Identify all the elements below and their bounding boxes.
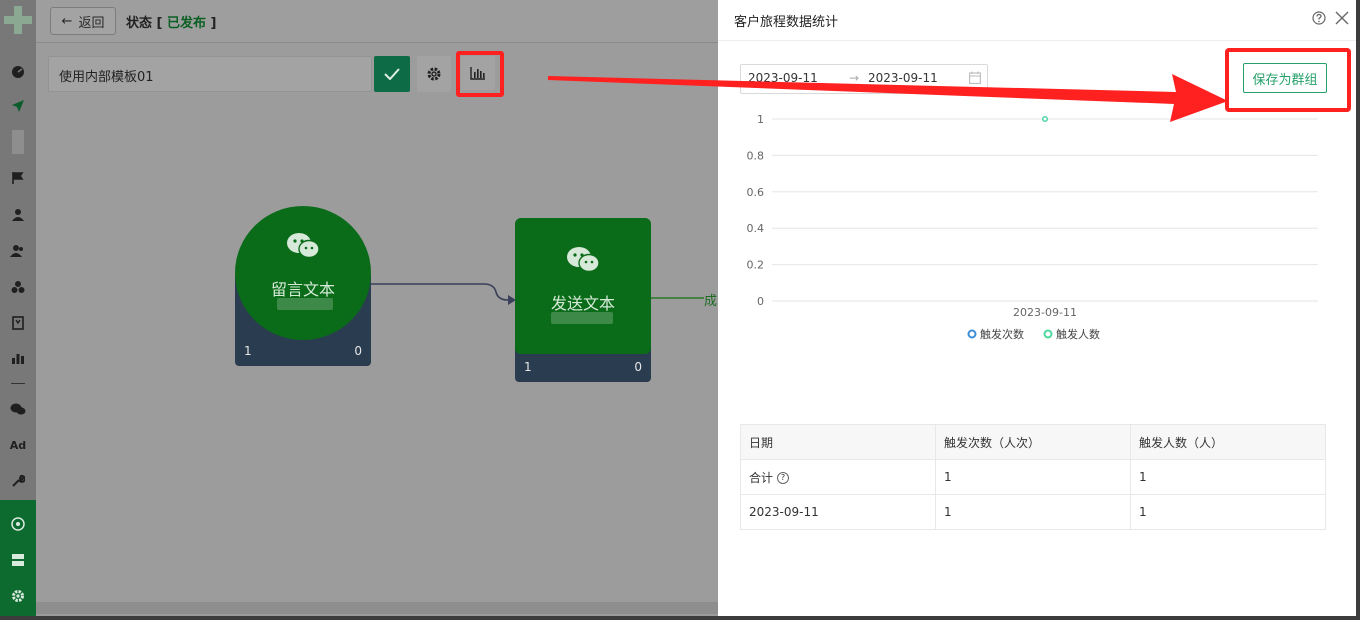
user-icon[interactable]: [8, 205, 28, 225]
ad-icon[interactable]: Ad: [8, 435, 28, 455]
wechat-icon: [287, 233, 320, 259]
node-title: 发送文本: [550, 294, 615, 313]
node-subtitle-redacted: [277, 298, 333, 310]
legend-label: 触发人数: [1056, 327, 1100, 341]
series-point: [1042, 116, 1048, 122]
journey-node-send-text[interactable]: 发送文本 1 0: [515, 218, 651, 382]
table-cell: 1: [1130, 459, 1326, 495]
help-icon[interactable]: [1312, 11, 1326, 25]
table-cell: 2023-09-11: [740, 494, 936, 530]
stats-table: 日期 触发次数（人次） 触发人数（人） 合计? 1 1 2023-09-11 1…: [740, 424, 1326, 530]
legend-marker: [967, 329, 977, 339]
calendar-icon: [969, 71, 981, 84]
sidebar-bottom-group: [0, 500, 36, 616]
node-exit-count: 0: [354, 344, 362, 358]
table-row: 2023-09-11 1 1: [740, 494, 1326, 530]
y-tick-label: 0.2: [747, 259, 765, 272]
segments-icon[interactable]: [8, 277, 28, 297]
wrench-icon[interactable]: [8, 471, 28, 491]
node-title: 留言文本: [270, 280, 335, 299]
bar-chart-icon[interactable]: [8, 348, 28, 368]
table-header-row: 日期 触发次数（人次） 触发人数（人）: [740, 424, 1326, 460]
legend-marker: [1043, 329, 1053, 339]
stats-line-chart: 0 0.2 0.4 0.6 0.8 1 2023-09-11 触发次数 触发人数: [747, 113, 1318, 341]
arrow-right-icon: →: [849, 71, 860, 85]
drawer-header-divider: [718, 40, 1356, 41]
node-exit-count: 0: [634, 360, 642, 374]
sidebar-divider: [11, 383, 25, 384]
app-logo-icon: [4, 6, 32, 34]
table-row: 合计? 1 1: [740, 459, 1326, 495]
left-sidebar: Ad: [0, 0, 36, 616]
table-cell: 1: [935, 459, 1131, 495]
edge-label: 成: [704, 294, 718, 309]
network-icon[interactable]: [8, 514, 28, 534]
journey-node-message[interactable]: 留言文本 1 0: [235, 206, 371, 366]
y-tick-label: 0.4: [747, 222, 765, 235]
node-body: [235, 206, 371, 340]
journey-stats-drawer: 客户旅程数据统计 2023-09-11 → 2023-09-11 保存为群组 0…: [718, 0, 1356, 616]
dashboard-icon[interactable]: [8, 62, 28, 82]
flag-icon[interactable]: [8, 168, 28, 188]
total-label: 合计: [749, 470, 774, 485]
bookmark-icon[interactable]: [8, 313, 28, 333]
settings-icon[interactable]: [8, 586, 28, 606]
server-icon[interactable]: [8, 550, 28, 570]
date-start[interactable]: 2023-09-11: [748, 71, 818, 85]
app-window: Ad ← 返回 状态 [ 已发布 ] 使用内部模板01 留言文本 1 0 发送文…: [0, 0, 1356, 616]
date-range-picker[interactable]: 2023-09-11 → 2023-09-11: [740, 64, 988, 94]
wechat-icon[interactable]: [8, 399, 28, 419]
send-icon[interactable]: [8, 96, 28, 116]
table-cell: 1: [1130, 494, 1326, 530]
table-cell: 1: [935, 494, 1131, 530]
table-cell: 合计?: [740, 459, 936, 495]
y-tick-label: 0.8: [747, 149, 765, 162]
drawer-title: 客户旅程数据统计: [734, 15, 839, 30]
users-icon[interactable]: [8, 241, 28, 261]
column-header-trigger-users: 触发人数（人）: [1130, 424, 1326, 460]
sidebar-active-marker: [12, 130, 24, 154]
column-header-trigger-count: 触发次数（人次）: [935, 424, 1131, 460]
close-icon[interactable]: [1334, 10, 1350, 26]
help-icon[interactable]: ?: [777, 472, 790, 484]
x-tick-label: 2023-09-11: [1013, 306, 1077, 319]
wechat-icon: [567, 247, 600, 273]
y-tick-label: 1: [757, 113, 764, 126]
node-entry-count: 1: [524, 360, 532, 374]
node-body: [515, 218, 651, 354]
column-header-date: 日期: [740, 424, 936, 460]
node-entry-count: 1: [244, 344, 252, 358]
date-end[interactable]: 2023-09-11: [868, 71, 938, 85]
y-tick-label: 0.6: [747, 186, 765, 199]
node-subtitle-redacted: [551, 312, 613, 324]
legend-label: 触发次数: [980, 327, 1024, 341]
y-tick-label: 0: [757, 295, 764, 308]
